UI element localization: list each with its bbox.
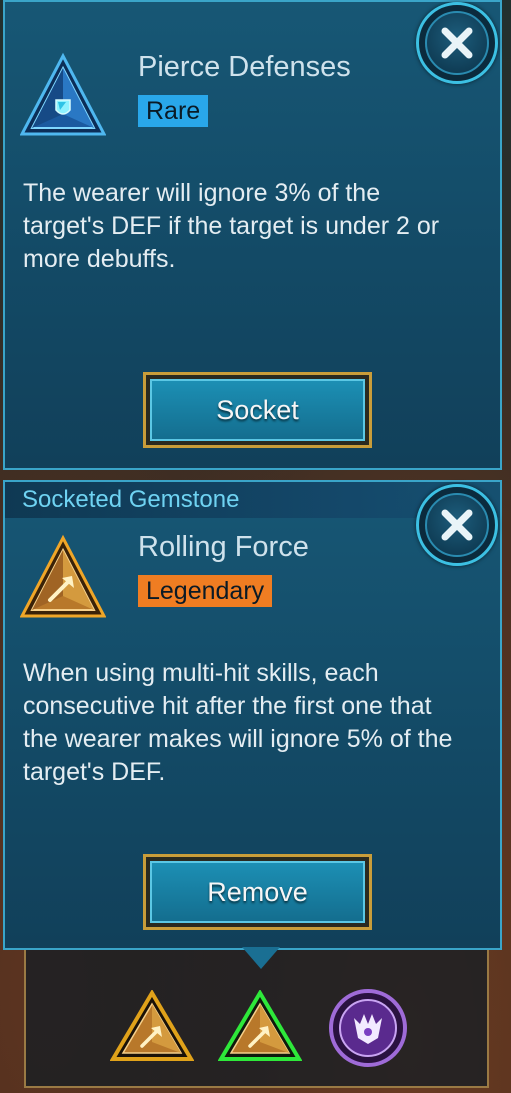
gem-slot-1[interactable] [110,990,194,1062]
rarity-badge: Rare [138,95,209,127]
remove-button-label: Remove [150,861,365,923]
remove-button[interactable]: Remove [143,854,372,930]
tray-pointer [242,947,280,969]
gem-slot-2[interactable] [218,990,302,1062]
close-icon [441,509,473,541]
close-button[interactable] [416,2,498,84]
section-title: Socketed Gemstone [22,486,240,513]
socket-button-label: Socket [150,379,365,441]
gem-slot-3[interactable] [328,988,408,1068]
gold-triangle-arrow-gem-icon [20,534,106,618]
socket-button[interactable]: Socket [143,372,372,448]
gem-name: Rolling Force [138,531,309,563]
gem-description: When using multi-hit skills, each consec… [23,659,453,786]
rarity-badge: Legendary [138,575,273,607]
close-button[interactable] [416,484,498,566]
gem-description: The wearer will ignore 3% of the target'… [23,179,440,273]
close-icon [441,27,473,59]
gem-name: Pierce Defenses [138,51,351,83]
blue-triangle-shield-gem-icon [20,52,106,136]
